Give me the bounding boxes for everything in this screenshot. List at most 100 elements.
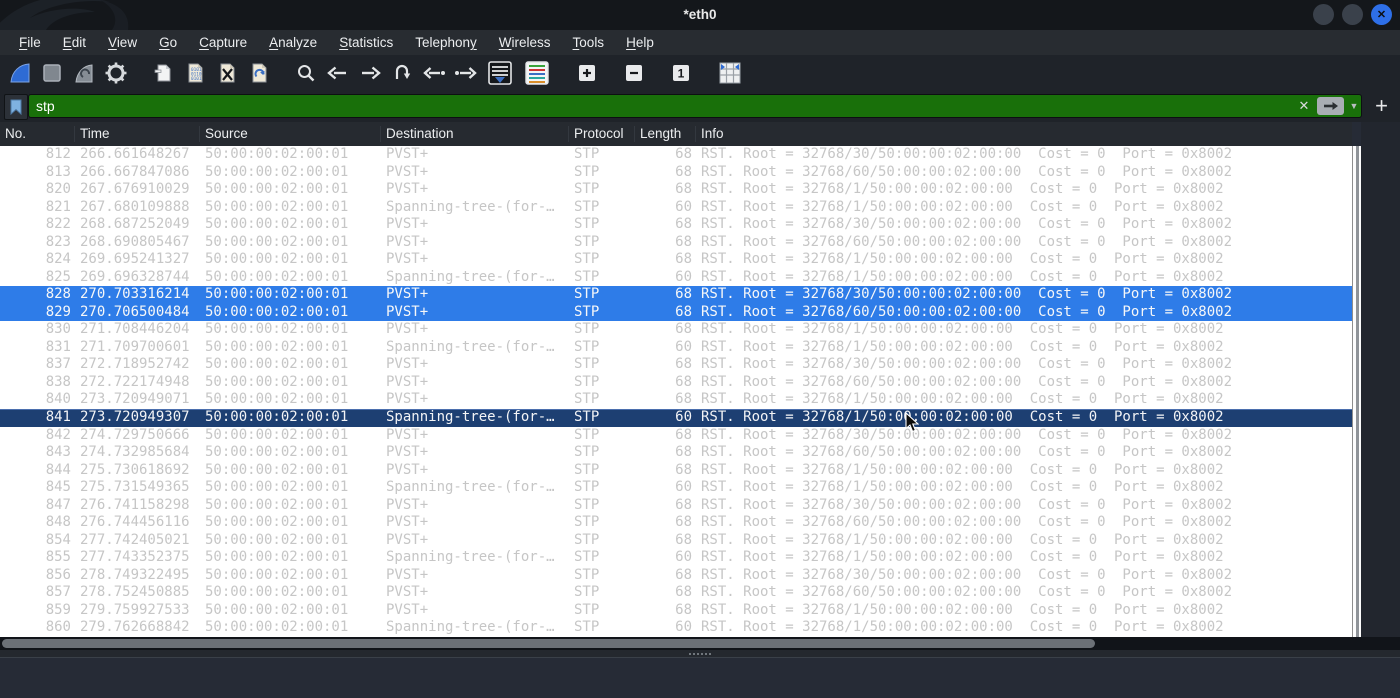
packet-row[interactable]: 813 266.667847086 50:00:00:02:00:01 PVST+ ST… [0,164,1352,182]
packet-row[interactable]: 842 274.729750666 50:00:00:02:00:01 PVST+ ST… [0,427,1352,445]
close-button[interactable]: ✕ [1371,4,1392,25]
arrow-right-icon [361,66,381,79]
apply-arrow-icon [1323,102,1338,110]
arrow-right-dot-icon [454,66,477,79]
open-file-button[interactable] [148,58,177,87]
packet-row[interactable]: 822 268.687252049 50:00:00:02:00:01 PVST+ ST… [0,216,1352,234]
column-header-time[interactable]: Time [75,126,200,142]
stop-square-icon [42,63,61,82]
packet-row[interactable]: 830 271.708446204 50:00:00:02:00:01 PVST+ ST… [0,321,1352,339]
packet-row[interactable]: 828 270.703316214 50:00:00:02:00:01 PVST+ ST… [0,286,1352,304]
horizontal-scrollbar[interactable] [0,637,1400,650]
packet-row[interactable]: 854 277.742405021 50:00:00:02:00:01 PVST+ ST… [0,532,1352,550]
menu-wireless[interactable]: Wireless [488,33,562,52]
packet-row[interactable]: 847 276.741158298 50:00:00:02:00:01 PVST+ ST… [0,497,1352,515]
packet-row[interactable]: 856 278.749322495 50:00:00:02:00:01 PVST+ ST… [0,567,1352,585]
packet-row[interactable]: 845 275.731549365 50:00:00:02:00:01 Spannin… [0,479,1352,497]
pane-splitter[interactable] [0,650,1400,657]
maximize-button[interactable] [1342,4,1363,25]
zoom-out-icon [625,64,642,81]
stop-capture-button[interactable] [37,58,66,87]
menu-capture[interactable]: Capture [188,33,258,52]
start-capture-button[interactable] [5,58,34,87]
packet-row[interactable]: 829 270.706500484 50:00:00:02:00:01 PVST+ ST… [0,303,1352,322]
minimize-button[interactable] [1313,4,1334,25]
packet-row[interactable]: 840 273.720949071 50:00:00:02:00:01 PVST+ ST… [0,391,1352,409]
column-header-no[interactable]: No. [0,126,75,142]
go-back-button[interactable] [323,58,352,87]
packet-row[interactable]: 823 268.690805467 50:00:00:02:00:01 PVST+ ST… [0,234,1352,252]
column-header-length[interactable]: Length [635,126,696,142]
column-header-source[interactable]: Source [200,126,381,142]
packet-row[interactable]: 831 271.709700601 50:00:00:02:00:01 Spannin… [0,339,1352,357]
capture-options-button[interactable] [101,58,130,87]
auto-scroll-button[interactable] [483,58,517,87]
packet-row[interactable]: 841 273.720949307 50:00:00:02:00:01 Spannin… [0,408,1352,427]
vertical-scrollbar[interactable] [1352,146,1361,637]
menu-telephony[interactable]: Telephony [404,33,488,52]
filter-clear-icon[interactable]: ✕ [1294,98,1314,114]
restart-capture-button[interactable] [69,58,98,87]
column-header-protocol[interactable]: Protocol [569,126,635,142]
search-icon [297,64,314,81]
packet-row[interactable]: 860 279.762668842 50:00:00:02:00:01 Spannin… [0,619,1352,637]
menu-go[interactable]: Go [148,33,188,52]
packet-row[interactable]: 843 274.732985684 50:00:00:02:00:01 PVST+ ST… [0,444,1352,462]
menu-file[interactable]: File [8,33,52,52]
save-file-icon: 010101100101 [188,63,202,82]
resize-columns-icon [719,62,741,83]
packet-row[interactable]: 821 267.680109888 50:00:00:02:00:01 Spannin… [0,199,1352,217]
packet-row[interactable]: 855 277.743352375 50:00:00:02:00:01 Spannin… [0,549,1352,567]
save-file-button[interactable]: 0101 0110 0101 [180,58,209,87]
packet-row[interactable]: 838 272.722174948 50:00:00:02:00:01 PVST+ ST… [0,374,1352,392]
packet-row[interactable]: 848 276.744456116 50:00:00:02:00:01 PVST+ ST… [0,514,1352,532]
column-header-destination[interactable]: Destination [381,126,569,142]
filter-apply-button[interactable] [1317,97,1344,115]
packet-list-header: No. Time Source Destination Protocol Len… [0,122,1352,146]
menu-analyze[interactable]: Analyze [258,33,328,52]
auto-scroll-icon [488,60,512,85]
arrow-left-dot-icon [422,66,445,79]
horizontal-scrollbar-thumb[interactable] [2,639,1095,648]
zoom-one-icon: 1 [672,64,689,81]
go-to-packet-button[interactable] [387,58,416,87]
go-last-packet-button[interactable] [451,58,480,87]
go-first-packet-button[interactable] [419,58,448,87]
packet-row[interactable]: 825 269.696328744 50:00:00:02:00:01 Spannin… [0,269,1352,287]
colorize-button[interactable] [520,58,554,87]
filter-toolbar: ✕ ▼ + [0,90,1400,122]
zoom-out-button[interactable] [619,58,648,87]
zoom-original-button[interactable]: 1 [666,58,695,87]
restart-fin-icon [74,63,92,82]
filter-bookmark-button[interactable] [4,94,28,120]
menu-view[interactable]: View [97,33,148,52]
packet-row[interactable]: 857 278.752450885 50:00:00:02:00:01 PVST+ ST… [0,584,1352,602]
packet-row[interactable]: 837 272.718952742 50:00:00:02:00:01 PVST+ ST… [0,356,1352,374]
menu-statistics[interactable]: Statistics [328,33,404,52]
column-header-info[interactable]: Info [696,126,1352,142]
close-file-icon [220,63,234,82]
packet-rows: 812 266.661648267 50:00:00:02:00:01 PVST+ ST… [0,146,1352,637]
packet-row[interactable]: 844 275.730618692 50:00:00:02:00:01 PVST+ ST… [0,462,1352,480]
right-panel-band [1361,122,1400,637]
menu-tools[interactable]: Tools [562,33,616,52]
go-forward-button[interactable] [355,58,384,87]
menu-edit[interactable]: Edit [52,33,97,52]
close-file-button[interactable] [212,58,241,87]
menu-help[interactable]: Help [615,33,665,52]
vertical-scrollbar-thumb[interactable] [1356,146,1359,637]
display-filter-input[interactable] [29,98,1294,114]
curved-arrow-icon [395,64,410,79]
open-file-icon [154,64,170,81]
gear-icon [105,62,126,83]
resize-columns-button[interactable] [713,58,747,87]
packet-row[interactable]: 824 269.695241327 50:00:00:02:00:01 PVST+ ST… [0,251,1352,269]
find-packet-button[interactable] [291,58,320,87]
reload-file-button[interactable] [244,58,273,87]
filter-dropdown-caret[interactable]: ▼ [1347,101,1361,111]
filter-add-button[interactable]: + [1375,93,1388,119]
packet-row[interactable]: 859 279.759927533 50:00:00:02:00:01 PVST+ ST… [0,602,1352,620]
packet-row[interactable]: 812 266.661648267 50:00:00:02:00:01 PVST+ ST… [0,146,1352,164]
zoom-in-button[interactable] [572,58,601,87]
packet-row[interactable]: 820 267.676910029 50:00:00:02:00:01 PVST+ ST… [0,181,1352,199]
